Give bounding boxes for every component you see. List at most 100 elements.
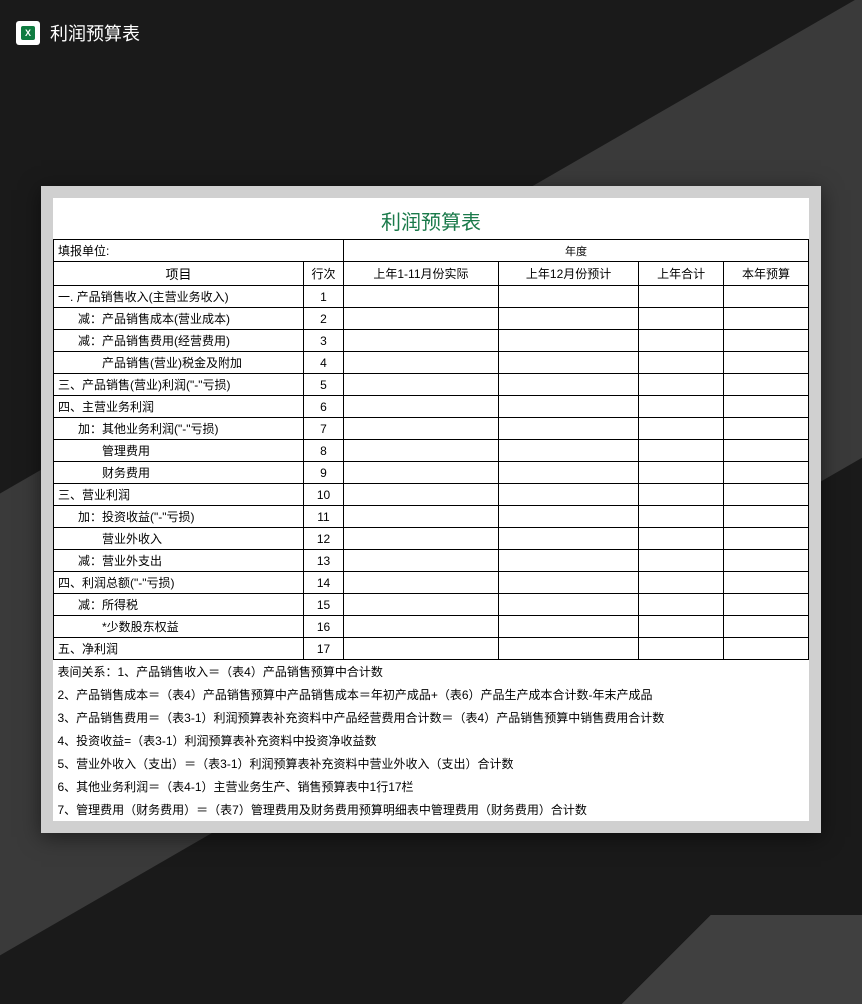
note-row: 4、投资收益=（表3-1）利润预算表补充资料中投资净收益数 — [54, 729, 809, 752]
data-cell[interactable] — [344, 286, 499, 308]
data-cell[interactable] — [344, 506, 499, 528]
row-label: 一. 产品销售收入(主营业务收入) — [54, 286, 304, 308]
data-cell[interactable] — [639, 374, 724, 396]
table-row: 加：其他业务利润("-"亏损)7 — [54, 418, 809, 440]
data-cell[interactable] — [498, 308, 638, 330]
note-text: 4、投资收益=（表3-1）利润预算表补充资料中投资净收益数 — [54, 729, 809, 752]
table-row: 减：产品销售成本(营业成本)2 — [54, 308, 809, 330]
data-cell[interactable] — [724, 396, 809, 418]
data-cell[interactable] — [344, 594, 499, 616]
data-cell[interactable] — [344, 330, 499, 352]
table-row: 三、营业利润10 — [54, 484, 809, 506]
data-cell[interactable] — [344, 396, 499, 418]
data-cell[interactable] — [724, 330, 809, 352]
row-number: 3 — [304, 330, 344, 352]
row-label: 管理费用 — [54, 440, 304, 462]
table-row: 三、产品销售(营业)利润("-"亏损)5 — [54, 374, 809, 396]
data-cell[interactable] — [724, 528, 809, 550]
data-cell[interactable] — [724, 506, 809, 528]
data-cell[interactable] — [639, 572, 724, 594]
data-cell[interactable] — [639, 550, 724, 572]
data-cell[interactable] — [498, 440, 638, 462]
data-cell[interactable] — [498, 550, 638, 572]
table-row: 减：产品销售费用(经营费用)3 — [54, 330, 809, 352]
row-label: 产品销售(营业)税金及附加 — [54, 352, 304, 374]
data-cell[interactable] — [724, 550, 809, 572]
spreadsheet-preview: 利润预算表 填报单位: 年度 项目 行次 上年1-11月份实际 上年12月份预计… — [41, 186, 821, 833]
col-header-project: 项目 — [54, 262, 304, 286]
row-label: 四、利润总额("-"亏损) — [54, 572, 304, 594]
data-cell[interactable] — [639, 396, 724, 418]
table-row: 营业外收入12 — [54, 528, 809, 550]
data-cell[interactable] — [639, 616, 724, 638]
data-cell[interactable] — [639, 440, 724, 462]
data-cell[interactable] — [639, 506, 724, 528]
data-cell[interactable] — [344, 352, 499, 374]
data-cell[interactable] — [498, 396, 638, 418]
data-cell[interactable] — [344, 638, 499, 660]
row-label: 五、净利润 — [54, 638, 304, 660]
data-cell[interactable] — [639, 330, 724, 352]
data-cell[interactable] — [724, 286, 809, 308]
data-cell[interactable] — [724, 616, 809, 638]
data-cell[interactable] — [498, 528, 638, 550]
data-cell[interactable] — [498, 330, 638, 352]
table-row: 产品销售(营业)税金及附加4 — [54, 352, 809, 374]
data-cell[interactable] — [724, 374, 809, 396]
row-number: 11 — [304, 506, 344, 528]
row-number: 13 — [304, 550, 344, 572]
data-cell[interactable] — [724, 440, 809, 462]
data-cell[interactable] — [498, 462, 638, 484]
data-cell[interactable] — [639, 594, 724, 616]
data-cell[interactable] — [498, 638, 638, 660]
data-cell[interactable] — [344, 484, 499, 506]
data-cell[interactable] — [344, 418, 499, 440]
data-cell[interactable] — [639, 308, 724, 330]
data-cell[interactable] — [498, 352, 638, 374]
data-cell[interactable] — [498, 616, 638, 638]
table-row: 四、利润总额("-"亏损)14 — [54, 572, 809, 594]
data-cell[interactable] — [724, 418, 809, 440]
data-cell[interactable] — [724, 638, 809, 660]
data-cell[interactable] — [724, 594, 809, 616]
data-cell[interactable] — [724, 572, 809, 594]
data-cell[interactable] — [639, 462, 724, 484]
data-cell[interactable] — [498, 418, 638, 440]
data-cell[interactable] — [639, 528, 724, 550]
data-cell[interactable] — [344, 374, 499, 396]
row-number: 8 — [304, 440, 344, 462]
data-cell[interactable] — [639, 286, 724, 308]
data-cell[interactable] — [498, 484, 638, 506]
data-cell[interactable] — [344, 550, 499, 572]
data-cell[interactable] — [724, 484, 809, 506]
data-cell[interactable] — [639, 484, 724, 506]
row-number: 2 — [304, 308, 344, 330]
table-row: *少数股东权益16 — [54, 616, 809, 638]
row-label: 减：产品销售成本(营业成本) — [54, 308, 304, 330]
note-text: 5、营业外收入（支出）＝（表3-1）利润预算表补充资料中营业外收入（支出）合计数 — [54, 752, 809, 775]
data-cell[interactable] — [344, 308, 499, 330]
data-cell[interactable] — [498, 506, 638, 528]
data-cell[interactable] — [498, 594, 638, 616]
year-label: 年度 — [344, 240, 809, 262]
data-cell[interactable] — [344, 616, 499, 638]
row-label: 四、主营业务利润 — [54, 396, 304, 418]
table-row: 管理费用8 — [54, 440, 809, 462]
data-cell[interactable] — [639, 418, 724, 440]
table-row: 一. 产品销售收入(主营业务收入)1 — [54, 286, 809, 308]
data-cell[interactable] — [724, 462, 809, 484]
data-cell[interactable] — [639, 352, 724, 374]
data-cell[interactable] — [498, 286, 638, 308]
data-cell[interactable] — [724, 352, 809, 374]
data-cell[interactable] — [724, 308, 809, 330]
row-label: 减：营业外支出 — [54, 550, 304, 572]
data-cell[interactable] — [639, 638, 724, 660]
excel-icon: X — [16, 21, 40, 45]
data-cell[interactable] — [344, 462, 499, 484]
data-cell[interactable] — [498, 572, 638, 594]
data-cell[interactable] — [344, 440, 499, 462]
data-cell[interactable] — [344, 572, 499, 594]
data-cell[interactable] — [498, 374, 638, 396]
data-cell[interactable] — [344, 528, 499, 550]
row-label: 三、产品销售(营业)利润("-"亏损) — [54, 374, 304, 396]
